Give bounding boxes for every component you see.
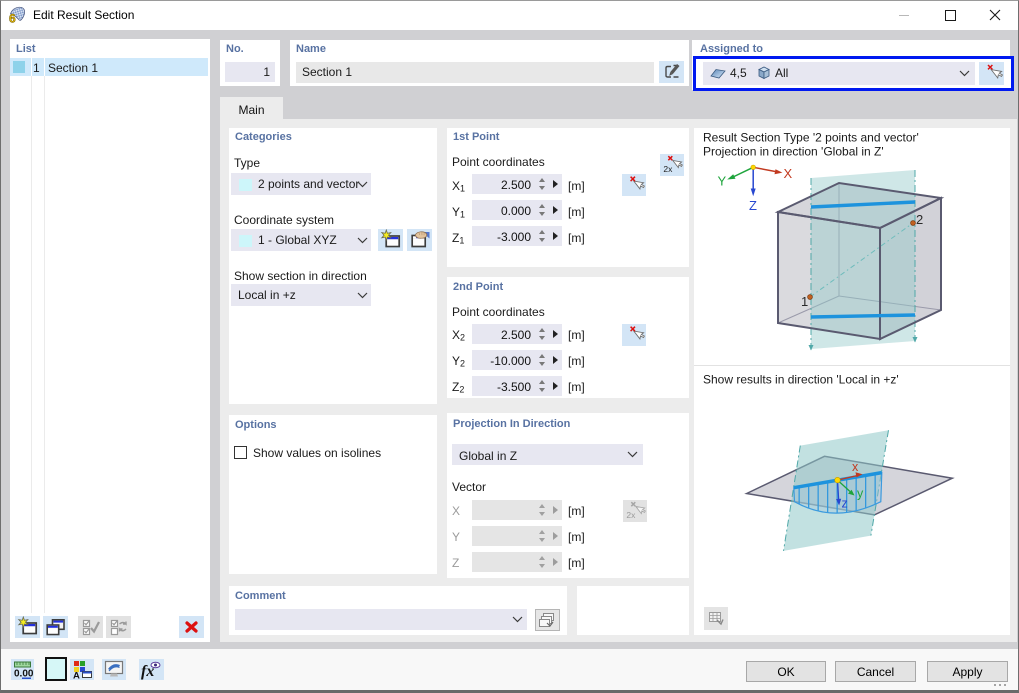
svg-text:A: A — [73, 671, 80, 681]
svg-text:y: y — [857, 487, 864, 501]
svg-text:X: X — [784, 166, 793, 181]
svg-text:Y: Y — [718, 174, 727, 189]
svg-text:2: 2 — [916, 212, 923, 227]
svg-text:Show results in direction 'Loc: Show results in direction 'Local in +z' — [703, 373, 899, 387]
svg-text:z: z — [842, 497, 848, 511]
svg-text:2x: 2x — [626, 510, 636, 520]
svg-text:6: 6 — [9, 12, 16, 25]
svg-text:2x: 2x — [663, 164, 673, 174]
svg-text:1: 1 — [801, 294, 808, 309]
svg-text:Z: Z — [749, 198, 757, 213]
svg-text:Result Section Type '2 points: Result Section Type '2 points and vector… — [703, 131, 919, 145]
svg-text:Projection in direction 'Globa: Projection in direction 'Global in Z' — [703, 145, 884, 159]
svg-text:x: x — [852, 460, 859, 474]
